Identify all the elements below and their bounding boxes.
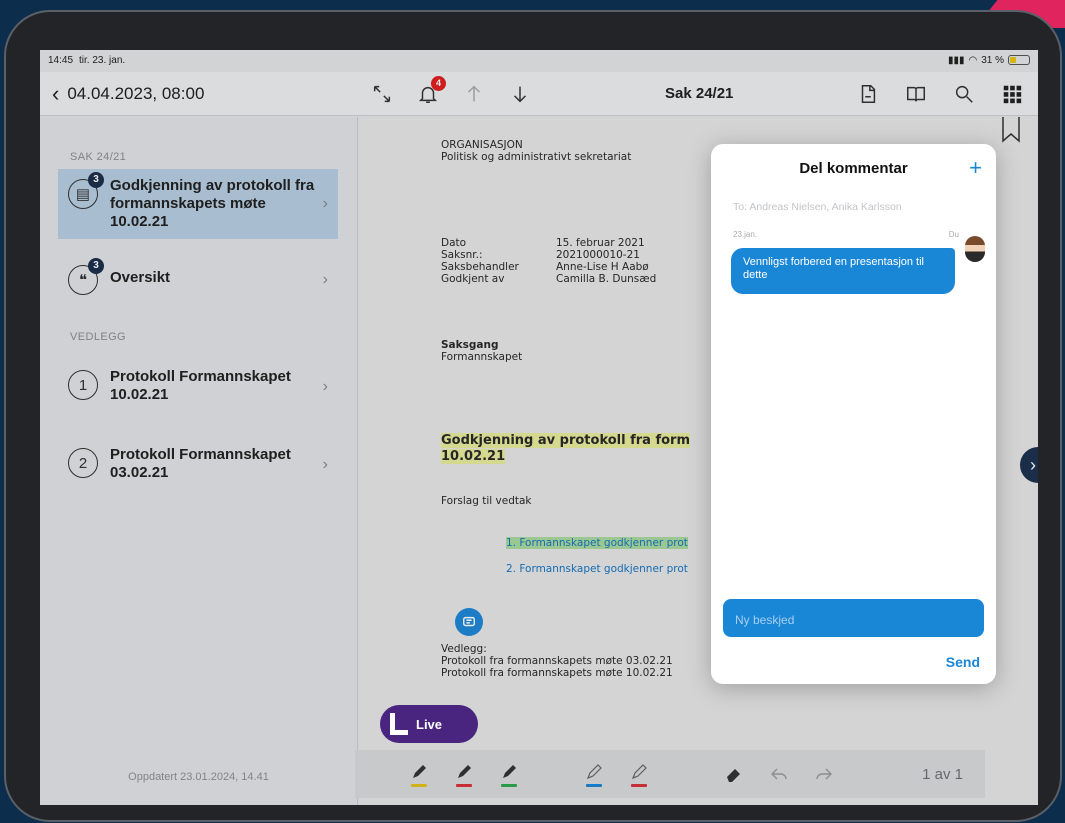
- recipients: To: Andreas Nielsen, Anika Karlsson: [733, 201, 902, 213]
- redo-icon: [816, 768, 832, 780]
- add-recipient-button[interactable]: +: [969, 155, 982, 181]
- notifications-button[interactable]: 4: [416, 75, 446, 106]
- navigation-bar: ‹ 04.04.2023, 08:00 4 Sak 24/21: [40, 72, 1038, 116]
- meta-key: Saksbehandler: [441, 261, 519, 273]
- live-logo-icon: [390, 713, 408, 735]
- expand-panel-button[interactable]: ›: [1020, 447, 1038, 483]
- redo-button[interactable]: [810, 758, 838, 790]
- pen-green-button[interactable]: [495, 758, 523, 790]
- color-swatch: [586, 783, 602, 787]
- avatar: [965, 236, 985, 262]
- bookmark-icon[interactable]: [1000, 117, 1022, 143]
- chevron-right-icon: ›: [322, 456, 328, 473]
- arrow-up-icon: [467, 85, 481, 101]
- pdf-icon: [861, 84, 876, 103]
- share-comment-popover: Del kommentar + To: Andreas Nielsen, Ani…: [711, 144, 996, 684]
- sidebar-item-attachment-1[interactable]: 1 Protokoll Formannskapet 10.02.21 ›: [58, 360, 338, 412]
- status-date: tir. 23. jan.: [79, 54, 126, 66]
- undo-button[interactable]: [765, 758, 793, 790]
- chevron-right-icon: ›: [322, 378, 328, 395]
- status-bar: 14:45 tir. 23. jan. ▮▮▮ ◠ 31 %: [40, 50, 1038, 70]
- search-button[interactable]: [952, 82, 976, 106]
- pdf-button[interactable]: [856, 82, 880, 106]
- apps-button[interactable]: [1000, 82, 1024, 106]
- document-icon: ▤ 3: [68, 172, 104, 209]
- color-swatch: [631, 783, 647, 787]
- sidebar-item-label: Oversikt: [110, 269, 171, 286]
- sidebar-item-approval[interactable]: ▤ 3 Godkjenning av protokoll fra formanns…: [58, 169, 338, 239]
- status-time: 14:45: [48, 54, 74, 66]
- eraser-icon: [727, 769, 740, 782]
- previous-button[interactable]: [462, 82, 486, 106]
- sidebar-item-label: Godkjenning av protokoll fra formannskap…: [110, 177, 315, 230]
- wifi-icon: ◠: [968, 54, 978, 66]
- comment-icon: [463, 616, 475, 627]
- meta-key: Saksnr.:: [441, 249, 483, 261]
- message-meta: 23.jan. Du: [733, 230, 961, 239]
- book-icon: [907, 86, 925, 101]
- pen-yellow-button[interactable]: [405, 758, 433, 790]
- number-badge-icon: 2: [68, 448, 98, 478]
- color-swatch: [501, 783, 517, 787]
- sidebar-item-overview[interactable]: ❝ 3 Oversikt ›: [58, 255, 338, 303]
- annotation-toolbar: 1 av 1: [355, 750, 985, 798]
- live-label: Live: [416, 716, 443, 732]
- expand-icon: [373, 85, 391, 102]
- comment-marker[interactable]: [455, 608, 483, 636]
- chevron-right-icon: ›: [322, 195, 328, 212]
- sidebar-item-label: Protokoll Formannskapet 10.02.21: [110, 368, 291, 403]
- chevron-right-icon: ›: [322, 271, 328, 288]
- message-date: 23.jan.: [733, 230, 758, 239]
- meta-key: Godkjent av: [441, 273, 505, 285]
- next-button[interactable]: [508, 82, 532, 106]
- highlighter-blue-button[interactable]: [580, 758, 608, 790]
- pen-icon: [413, 764, 426, 778]
- pen-icon: [458, 764, 471, 778]
- comments-icon: ❝ 3: [68, 258, 104, 295]
- back-button[interactable]: ‹ 04.04.2023, 08:00: [52, 80, 205, 106]
- meta-key: Dato: [441, 237, 467, 249]
- last-updated: Oppdatert 23.01.2024, 14.41: [128, 771, 269, 783]
- count-badge: 3: [88, 172, 104, 188]
- list-item: 1. Formannskapet godkjenner prot: [506, 537, 688, 549]
- page-title: Sak 24/21: [665, 85, 734, 102]
- page-counter: 1 av 1: [922, 765, 963, 783]
- highlighter-icon: [631, 763, 647, 779]
- message-bubble: Vennligst forbered en presentasjon til d…: [731, 248, 955, 294]
- highlighter-icon: [586, 763, 602, 779]
- highlighter-red-button[interactable]: [625, 758, 653, 790]
- battery-icon: [1008, 55, 1030, 65]
- popover-title: Del kommentar: [799, 160, 908, 177]
- number-badge-icon: 1: [68, 370, 98, 400]
- sidebar-item-label: Protokoll Formannskapet 03.02.21: [110, 446, 291, 481]
- arrow-down-icon: [513, 86, 527, 102]
- live-button[interactable]: Live: [380, 705, 478, 743]
- sidebar: SAK 24/21 ▤ 3 Godkjenning av protokoll fr…: [40, 117, 358, 805]
- doc-heading-line2: 10.02.21: [441, 449, 506, 464]
- eraser-button[interactable]: [720, 758, 748, 790]
- sidebar-item-attachment-2[interactable]: 2 Protokoll Formannskapet 03.02.21 ›: [58, 438, 338, 490]
- undo-icon: [771, 768, 787, 780]
- message-author: Du: [948, 230, 959, 239]
- color-swatch: [456, 783, 472, 787]
- section-label-attachments: VEDLEGG: [70, 331, 126, 343]
- count-badge: 3: [88, 258, 104, 274]
- section-label-case: SAK 24/21: [70, 151, 127, 163]
- send-button[interactable]: Send: [946, 654, 980, 670]
- pen-red-button[interactable]: [450, 758, 478, 790]
- color-swatch: [411, 783, 427, 787]
- expand-button[interactable]: [370, 82, 394, 106]
- search-icon: [955, 85, 973, 103]
- doc-heading: Godkjenning av protokoll fra form: [441, 433, 691, 448]
- signal-icon: ▮▮▮: [947, 54, 965, 66]
- grid-icon: [1003, 85, 1022, 103]
- battery-percent: 31 %: [981, 54, 1004, 66]
- notification-badge: 4: [431, 75, 446, 91]
- chevron-left-icon: ‹: [52, 80, 60, 106]
- back-label: 04.04.2023, 08:00: [67, 83, 205, 103]
- pen-icon: [503, 764, 516, 778]
- new-message-input[interactable]: Ny beskjed: [723, 599, 984, 637]
- reader-button[interactable]: [904, 82, 928, 106]
